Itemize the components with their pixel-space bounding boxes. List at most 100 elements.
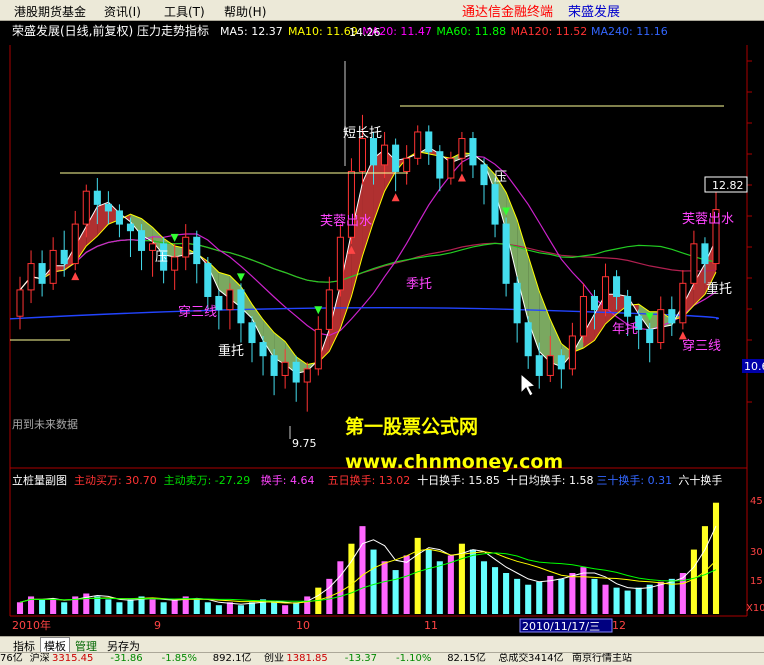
ma-legend-item: MA60: 11.88 (436, 25, 506, 38)
volume-bar (602, 584, 609, 614)
watermark-url: www.chnmoney.com (345, 451, 563, 473)
candle-body (60, 249, 68, 265)
volume-bar (149, 599, 156, 614)
menu-item-tools[interactable]: 工具(T) (164, 3, 205, 20)
candle-body (690, 243, 698, 284)
candle-body (204, 263, 212, 297)
volume-bar (293, 602, 300, 614)
status-item: 南京行情主站 (572, 653, 632, 664)
candle-body (381, 144, 389, 166)
annotation-label: 重托 (218, 343, 244, 359)
ma-legend-item: MA10: 11.69 (288, 25, 358, 38)
candle-body (369, 138, 378, 166)
volume-bar (447, 555, 454, 614)
volume-bar (580, 567, 587, 614)
volume-bar (657, 581, 664, 614)
volume-bar (116, 602, 123, 614)
volume-bar (569, 573, 576, 614)
candle-body (71, 223, 79, 265)
status-item: 创业 (264, 653, 284, 664)
sub-legend-item: 六十换手 (678, 473, 722, 487)
candle-body (646, 328, 654, 344)
volume-bar (39, 599, 46, 614)
annotation-label: 季托 (406, 277, 432, 292)
volume-bar (414, 537, 421, 614)
status-item: 3315.45 (52, 653, 94, 664)
sub-legend-item: 主动买万: 30.70 (74, 474, 157, 487)
volume-bar (624, 590, 631, 614)
volume-bar (226, 602, 233, 614)
candle-body (535, 355, 543, 376)
candle-body (281, 361, 289, 376)
candle-body (314, 328, 322, 370)
sub-legend-item: 十日换手: 15.85 (417, 473, 500, 487)
future-data-note: 用到未来数据 (12, 417, 78, 431)
volume-bar (635, 587, 642, 614)
candle-body (115, 210, 123, 225)
indicator-tab-bar: 指标 模板 管理 另存为 (0, 636, 764, 655)
candle-body (392, 144, 400, 172)
volume-bar (514, 578, 521, 614)
status-item: -1.10% (396, 653, 432, 664)
status-item: -31.86 (110, 653, 143, 664)
time-axis-label: 2010年 (12, 618, 51, 632)
volume-bar (613, 587, 620, 614)
volume-bar (193, 599, 200, 614)
candle-body (524, 322, 532, 357)
volume-bar (558, 578, 565, 614)
candle-body (259, 342, 267, 357)
volume-bar (171, 599, 178, 614)
menu-item-info[interactable]: 资讯(I) (104, 3, 141, 20)
volume-bar (160, 602, 167, 614)
volume-axis-label: 45 (750, 496, 763, 507)
sub-legend-item: 换手: 4.64 (261, 473, 315, 487)
candle-body (49, 249, 57, 284)
candle-body (126, 223, 135, 232)
candle-body (458, 138, 466, 159)
candle-body (513, 282, 521, 324)
kline-chart[interactable]: 荣盛发展(日线,前复权) 压力走势指标 MA5: 12.37 MA10: 11.6… (0, 21, 764, 642)
volume-bar (503, 573, 510, 614)
volume-bar (536, 581, 543, 614)
volume-bar (348, 543, 355, 614)
candle-body (226, 289, 234, 311)
candle-body (613, 276, 621, 297)
status-item: -13.37 (344, 653, 378, 664)
candle-body (568, 335, 576, 370)
volume-bar (271, 602, 278, 614)
volume-bar (61, 602, 68, 614)
status-item: 总成交 (498, 653, 529, 664)
volume-axis-label: 30 (750, 547, 763, 558)
volume-bar (127, 599, 134, 614)
menu-item-funds[interactable]: 港股期货基金 (14, 3, 86, 20)
last-price-label: 12.82 (712, 179, 744, 192)
volume-axis-label: X10 (746, 603, 764, 614)
high-price-label: 14.26 (349, 26, 381, 39)
candle-body (270, 355, 278, 376)
status-item: 892.1亿 (212, 653, 252, 664)
time-axis-label: 9 (154, 619, 161, 632)
volume-bar (712, 502, 720, 614)
menu-item-help[interactable]: 帮助(H) (224, 3, 266, 20)
volume-bar (425, 549, 432, 614)
annotation-label: 穿三线 (178, 304, 217, 320)
candle-body (248, 322, 256, 344)
candle-body (104, 203, 112, 212)
annotation-label: 压 (494, 170, 507, 185)
candle-body (292, 361, 300, 383)
candle-body (325, 289, 333, 330)
status-item: 76亿 (0, 653, 23, 664)
status-item: 1381.85 (286, 653, 328, 664)
volume-bar (525, 584, 532, 614)
low-price-label: 9.75 (292, 437, 317, 450)
candle-body (579, 295, 587, 337)
sub-legend-item: 十日均换手: 1.58 (507, 473, 594, 487)
ma-legend-item: MA240: 11.16 (591, 25, 668, 38)
volume-bar (381, 561, 388, 614)
annotation-label: 压 (155, 250, 168, 265)
candle-body (414, 131, 422, 159)
sub-legend: 主动买万: 30.70 主动卖万: -27.29 换手: 4.64 五日换手: 13.… (74, 473, 722, 487)
volume-bar (204, 602, 211, 614)
annotation-label: 芙蓉出水 (320, 214, 372, 229)
volume-bar (469, 549, 476, 614)
